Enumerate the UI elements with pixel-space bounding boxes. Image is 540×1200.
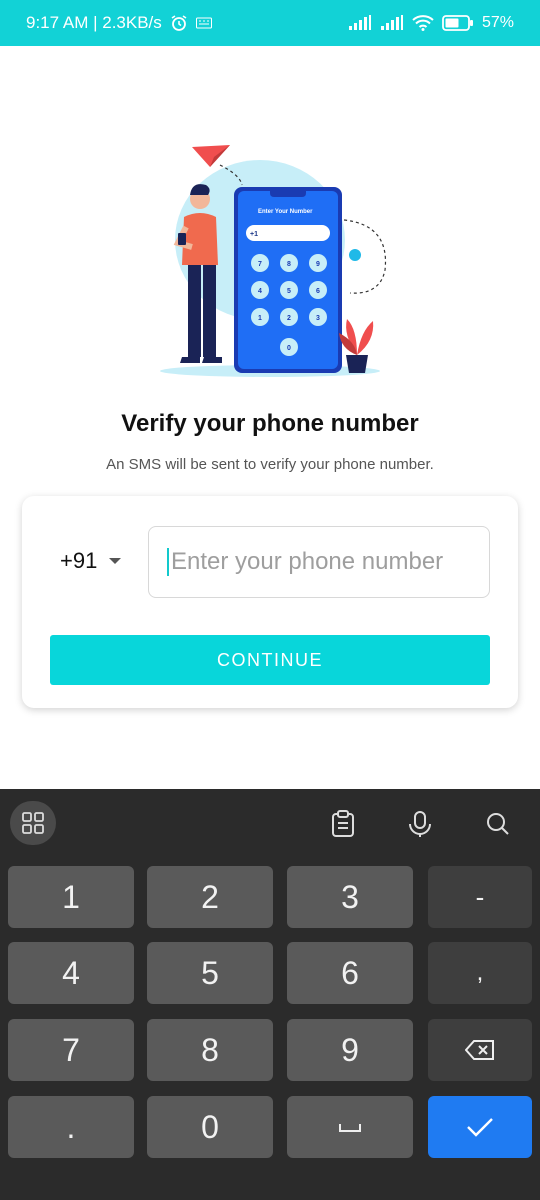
status-time: 9:17 AM | 2.3KB/s [26, 13, 162, 32]
hero-key: 9 [316, 261, 320, 268]
numeric-keyboard: 1 2 3 - 4 5 6 , 7 8 9 . 0 [0, 789, 540, 1200]
space-key[interactable] [287, 1096, 413, 1158]
key-6[interactable]: 6 [287, 942, 413, 1004]
key-period[interactable]: . [8, 1096, 134, 1158]
key-1[interactable]: 1 [8, 866, 134, 928]
hero-key: 3 [316, 315, 320, 322]
keyboard-toolbar [0, 789, 540, 859]
key-5[interactable]: 5 [147, 942, 273, 1004]
country-code-selector[interactable]: +91 [60, 548, 122, 574]
phone-number-field[interactable] [148, 526, 490, 598]
page-title: Verify your phone number [121, 410, 419, 437]
grid-icon [22, 812, 44, 834]
signal-icon-2 [380, 15, 404, 31]
hero-illustration: Enter Your Number +1 7 8 9 4 5 6 1 2 3 0 [150, 135, 400, 385]
battery-icon [442, 15, 474, 31]
hero-key: 1 [258, 315, 262, 322]
keyboard-menu-button[interactable] [10, 801, 56, 845]
key-8[interactable]: 8 [147, 1019, 273, 1081]
key-2[interactable]: 2 [147, 866, 273, 928]
text-cursor [167, 548, 169, 576]
checkmark-icon [467, 1118, 493, 1137]
hero-key: 0 [287, 345, 291, 352]
done-key[interactable] [428, 1096, 532, 1158]
hero-screen-prefix: +1 [250, 231, 258, 238]
page-subtitle: An SMS will be sent to verify your phone… [106, 456, 434, 473]
battery-percent: 57% [481, 14, 514, 31]
chevron-down-icon [109, 558, 122, 564]
continue-button[interactable]: CONTINUE [50, 635, 490, 685]
key-3[interactable]: 3 [287, 866, 413, 928]
hero-key: 6 [316, 288, 320, 295]
signal-icon [348, 15, 372, 31]
backspace-icon [465, 1040, 494, 1060]
hero-key: 2 [287, 315, 291, 322]
key-9[interactable]: 9 [287, 1019, 413, 1081]
microphone-icon[interactable] [405, 809, 435, 839]
hero-key: 8 [287, 261, 291, 268]
country-code-value: +91 [60, 548, 98, 573]
wifi-icon [412, 15, 434, 31]
key-7[interactable]: 7 [8, 1019, 134, 1081]
hero-key: 7 [258, 261, 262, 268]
hero-screen-title: Enter Your Number [258, 209, 313, 215]
phone-number-input[interactable] [171, 548, 471, 576]
status-bar: 9:17 AM | 2.3KB/s 57% [0, 0, 540, 46]
space-icon [339, 1124, 361, 1132]
clipboard-icon[interactable] [328, 809, 358, 839]
phone-form-card: +91 CONTINUE [22, 496, 518, 708]
alarm-icon [170, 14, 188, 32]
key-comma[interactable]: , [428, 942, 532, 1004]
search-icon[interactable] [483, 809, 513, 839]
hero-key: 5 [287, 288, 291, 295]
key-0[interactable]: 0 [147, 1096, 273, 1158]
key-4[interactable]: 4 [8, 942, 134, 1004]
keyboard-notification-icon [195, 17, 212, 29]
backspace-key[interactable] [428, 1019, 532, 1081]
hero-key: 4 [258, 288, 262, 295]
key-minus[interactable]: - [428, 866, 532, 928]
